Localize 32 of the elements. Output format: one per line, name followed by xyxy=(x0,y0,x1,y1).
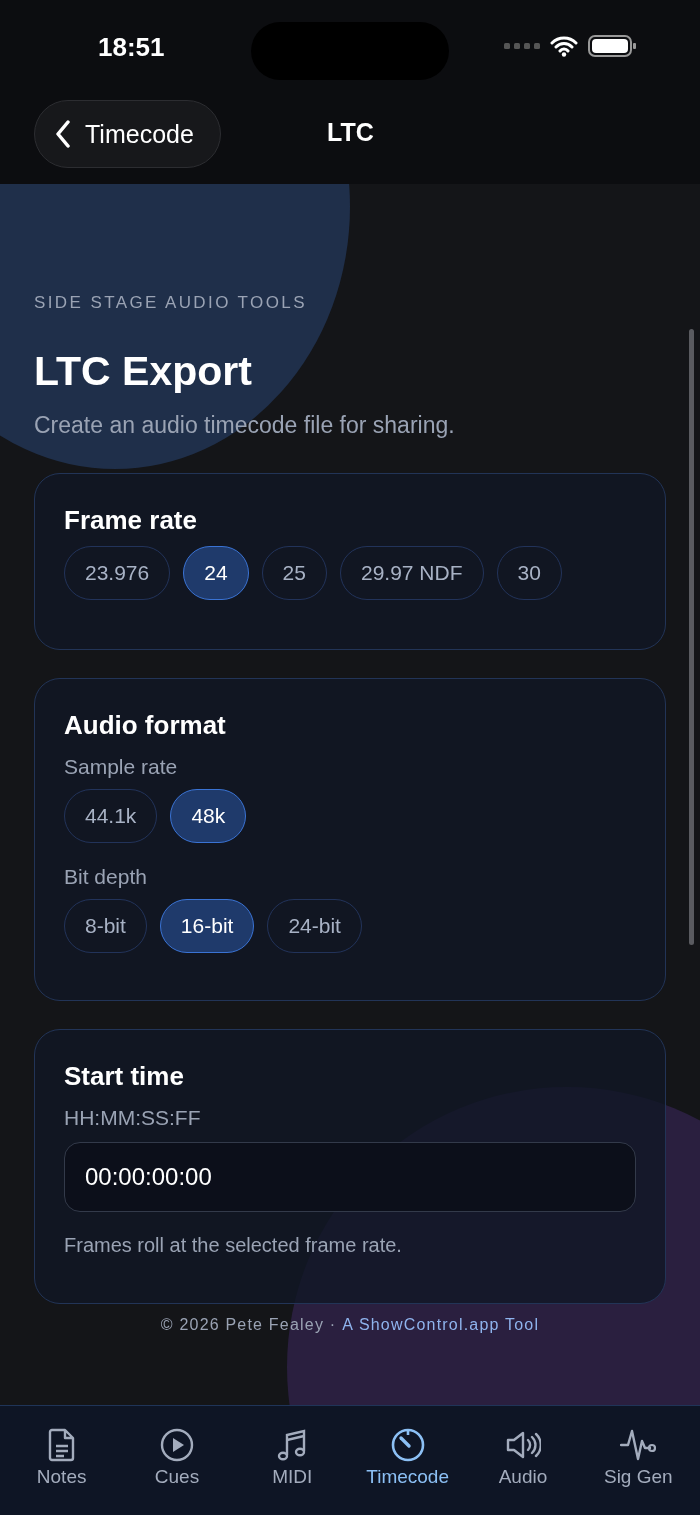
card-title: Start time xyxy=(64,1060,185,1092)
tab-item[interactable]: Cues xyxy=(121,1428,233,1492)
tab-item[interactable]: Sig Gen xyxy=(582,1428,695,1492)
page-title: LTC Export xyxy=(34,351,253,392)
eyebrow-text: SIDE STAGE AUDIO TOOLS xyxy=(34,293,308,313)
back-button[interactable]: Timecode xyxy=(34,100,221,168)
option-chip[interactable]: 16-bit xyxy=(159,899,255,953)
option-chip[interactable]: 48k xyxy=(170,789,247,843)
battery-icon xyxy=(588,34,636,58)
status-time: 18:51 xyxy=(98,31,165,63)
field-label: Bit depth xyxy=(64,865,148,889)
signal-icon xyxy=(504,42,540,50)
option-chip[interactable]: 24 xyxy=(183,546,249,600)
card-title: Audio format xyxy=(64,709,227,741)
stopwatch-icon xyxy=(390,1428,425,1462)
tab-item[interactable]: Notes xyxy=(5,1428,118,1492)
page-subtitle: Create an audio timecode file for sharing. xyxy=(34,412,456,439)
hint-text: Frames roll at the selected frame rate. xyxy=(64,1234,403,1257)
tab-item[interactable]: Timecode xyxy=(351,1428,464,1492)
play-icon xyxy=(160,1428,194,1462)
tab-item[interactable]: Audio xyxy=(466,1428,579,1492)
nav-title: LTC xyxy=(327,118,374,147)
time-input-field[interactable]: 00:00:00:00 xyxy=(64,1142,636,1212)
footer-link[interactable]: A ShowControl.app Tool xyxy=(342,1316,540,1334)
copyright-text: © 2026 Pete Fealey · xyxy=(160,1316,337,1334)
chevron-left-icon xyxy=(55,120,71,148)
card-title: Frame rate xyxy=(64,504,198,536)
wifi-icon xyxy=(550,35,578,57)
tab-item[interactable]: MIDI xyxy=(236,1428,349,1492)
waveform-icon xyxy=(620,1428,657,1462)
field-label: HH:MM:SS:FF xyxy=(64,1106,202,1130)
field-label: Sample rate xyxy=(64,755,179,779)
